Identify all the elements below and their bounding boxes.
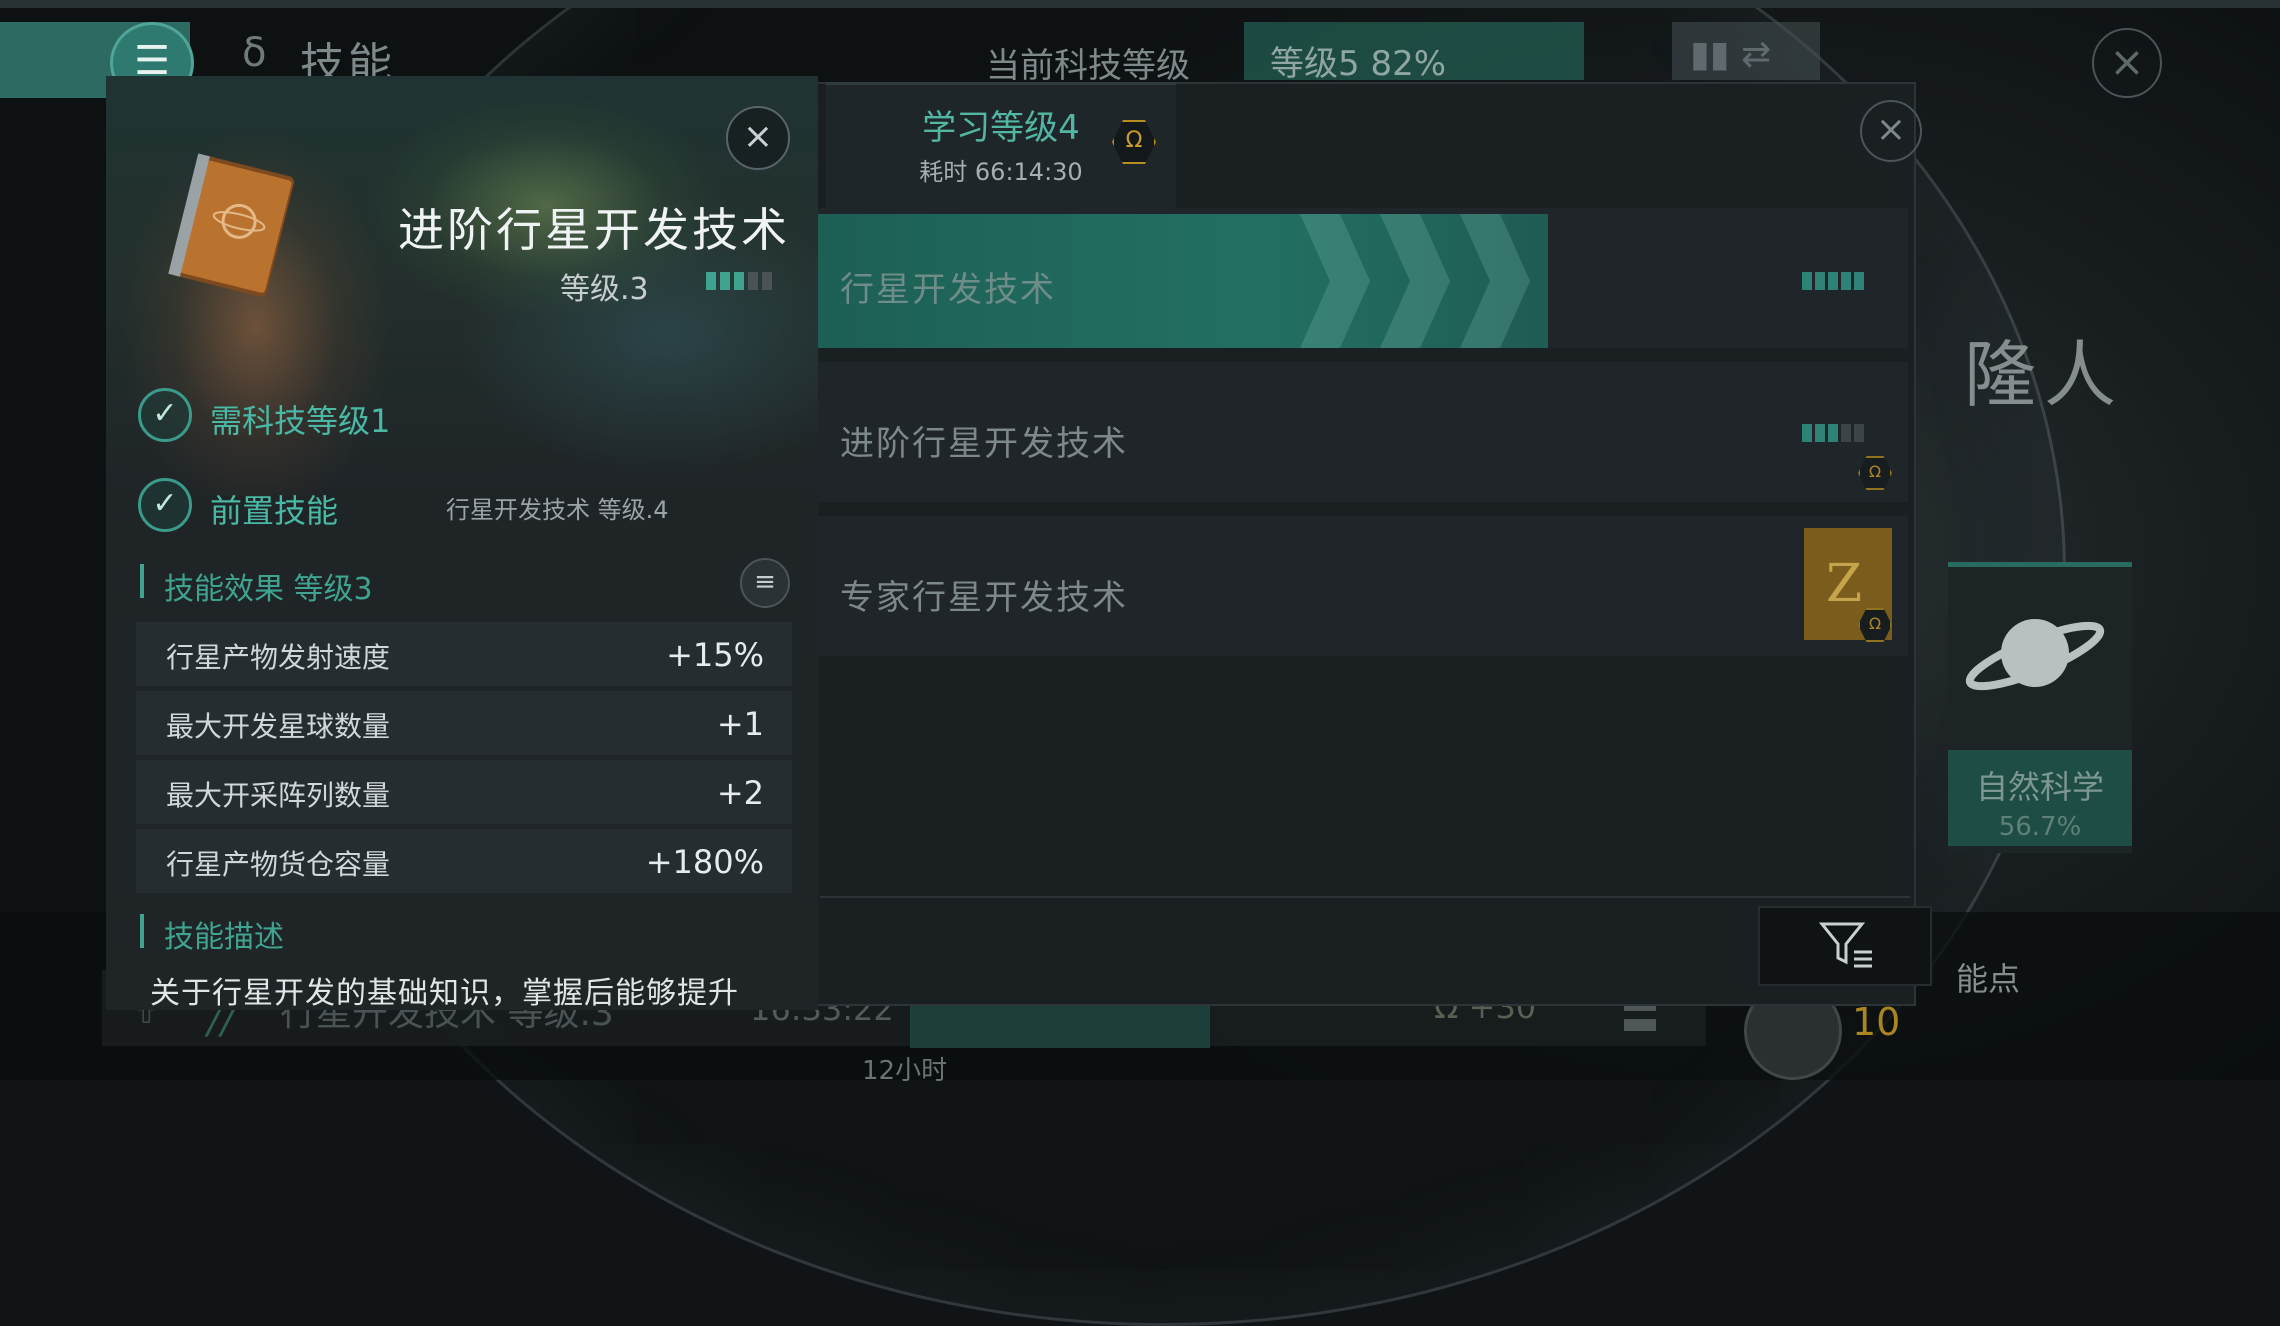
bottom-hours: 12小时: [862, 1056, 948, 1086]
skill-header-icon: ẟ: [242, 30, 267, 76]
tech-level-label: 当前科技等级: [986, 46, 1190, 86]
skill-description: 关于行星开发的基础知识，掌握后能够提升: [150, 976, 739, 1011]
effects-menu-button[interactable]: ≡: [740, 558, 790, 608]
description-title: 技能描述: [164, 920, 284, 955]
effect-value: +180%: [645, 843, 764, 881]
section-marker: [140, 564, 144, 598]
skill-name: 进阶行星开发技术: [840, 424, 1128, 464]
skill-name: 行星开发技术: [840, 270, 1056, 310]
header-close-button[interactable]: ×: [2092, 28, 2162, 98]
section-marker: [140, 914, 144, 948]
chevron-icon: [1460, 214, 1530, 348]
effects-title: 技能效果 等级3: [164, 572, 373, 607]
effect-value: +2: [716, 774, 764, 812]
check-icon: ✓: [138, 478, 192, 532]
card-label: 自然科学: [1975, 768, 2104, 806]
effect-value: +1: [716, 705, 764, 743]
skill-points-label: 能点: [1956, 960, 2021, 998]
skill-level: 等级.3: [560, 272, 649, 307]
skill-level-pips: [706, 272, 772, 290]
effect-name: 最大开采阵列数量: [166, 779, 391, 812]
check-icon: ✓: [138, 388, 192, 442]
chevron-icon: [1380, 214, 1450, 348]
divider: [820, 896, 1910, 898]
requirement-prereq-detail: 行星开发技术 等级.4: [446, 496, 669, 524]
chevron-icon: [1300, 214, 1370, 348]
skill-title: 进阶行星开发技术: [398, 203, 790, 257]
skill-level-pips: [1802, 424, 1864, 442]
skill-name: 专家行星开发技术: [840, 578, 1128, 618]
top-strip: [0, 0, 2280, 8]
tech-level-value: 等级5 82%: [1270, 44, 1447, 84]
swap-icon: ▮▮ ⇄: [1690, 34, 1772, 75]
skill-level-pips: [1802, 272, 1864, 290]
requirement-tech-level: 需科技等级1: [210, 402, 391, 440]
effect-name: 行星产物发射速度: [166, 641, 391, 674]
skill-book-icon: [168, 153, 295, 297]
effect-value: +15%: [666, 636, 764, 674]
filter-icon: [1818, 922, 1872, 968]
background-character-name: 隆人: [1964, 333, 2125, 417]
planet-icon: [1965, 619, 2105, 691]
card-percent: 56.7%: [1998, 812, 2082, 842]
skill-points-value: 10: [1852, 1000, 1901, 1044]
z-icon: Z: [1826, 554, 1863, 614]
detail-close-button[interactable]: ×: [726, 106, 790, 170]
effect-name: 行星产物货仓容量: [166, 848, 391, 881]
requirement-prereq-skill: 前置技能: [210, 492, 339, 530]
effect-name: 最大开发星球数量: [166, 710, 391, 743]
panel-close-button[interactable]: ×: [1860, 100, 1922, 162]
